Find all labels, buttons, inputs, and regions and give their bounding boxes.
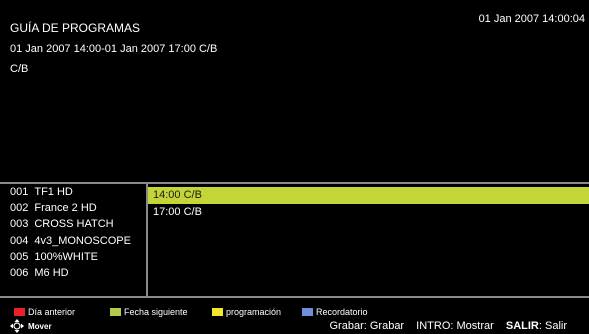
ok-key: INTRO [416,320,451,332]
channel-number: 003 [10,218,29,231]
yellow-key-icon [212,308,223,316]
channel-item[interactable]: 006 M6 HD [0,265,146,281]
event-title: C/B [10,63,29,75]
channel-name: M6 HD [34,266,69,279]
red-key-icon [14,308,25,316]
channel-name: 100%WHITE [34,250,98,263]
channel-number: 004 [10,234,29,247]
channel-item[interactable]: 004 4v3_MONOSCOPE [0,233,146,249]
channel-number: 001 [10,186,29,198]
epg-screen: GUÍA DE PROGRAMAS 01 Jan 2007 14:00:04 0… [0,0,589,334]
channel-item[interactable]: 003 CROSS HATCH [0,216,146,232]
ok-hint[interactable]: INTRO: Mostrar [416,320,494,332]
ok-action: : Mostrar [450,320,494,332]
channel-name: France 2 HD [34,202,97,215]
move-label: Mover [28,322,52,331]
current-time: 01 Jan 2007 14:00:04 [478,13,585,25]
blue-key-reminder[interactable]: Recordatorio [302,307,368,317]
channel-item[interactable]: 001 TF1 HD [0,184,146,200]
exit-key: SALIR [505,320,539,332]
record-action: : Grabar [363,320,405,332]
page-title: GUÍA DE PROGRAMAS [10,21,141,35]
channel-list[interactable]: 001 TF1 HD 002 France 2 HD 003 CROSS HATCH … [0,184,146,296]
schedule-slot[interactable]: 17:00 C/B [148,204,589,221]
exit-action: : Salir [538,320,567,332]
exit-hint[interactable]: SALIR: Salir [506,320,567,332]
channel-name: TF1 HD [34,186,73,198]
record-hint[interactable]: Grabar: Grabar [330,320,405,332]
blue-key-label: Recordatorio [316,307,368,317]
red-key-previous-day[interactable]: Día anterior [14,307,75,317]
channel-number: 002 [10,202,29,215]
channel-name: CROSS HATCH [34,218,114,231]
green-key-label: Fecha siguiente [124,307,188,317]
channel-item[interactable]: 002 France 2 HD [0,200,146,216]
record-key: Grabar [329,320,364,332]
key-hints: Grabar: Grabar INTRO: Mostrar SALIR: Sal… [321,320,568,332]
channel-number: 005 [10,250,29,263]
event-time-range: 01 Jan 2007 14:00-01 Jan 2007 17:00 C/B [10,43,218,55]
blue-key-icon [302,308,313,316]
channel-name: 4v3_MONOSCOPE [34,234,131,247]
programme-info-panel: GUÍA DE PROGRAMAS 01 Jan 2007 14:00:04 0… [0,0,589,182]
four-way-arrows-icon [10,319,24,333]
green-key-icon [110,308,121,316]
green-key-next-date[interactable]: Fecha siguiente [110,307,188,317]
red-key-label: Día anterior [28,307,76,317]
move-hint: Mover [10,319,52,333]
key-legend: Día anterior Fecha siguiente programació… [0,298,589,334]
yellow-key-label: programación [226,307,282,317]
channel-item[interactable]: 005 100%WHITE [0,249,146,265]
channel-number: 006 [10,266,29,279]
yellow-key-schedule[interactable]: programación [212,307,281,317]
schedule-slot-selected[interactable]: 14:00 C/B [148,187,589,204]
programme-schedule[interactable]: 14:00 C/B 17:00 C/B [148,184,589,296]
